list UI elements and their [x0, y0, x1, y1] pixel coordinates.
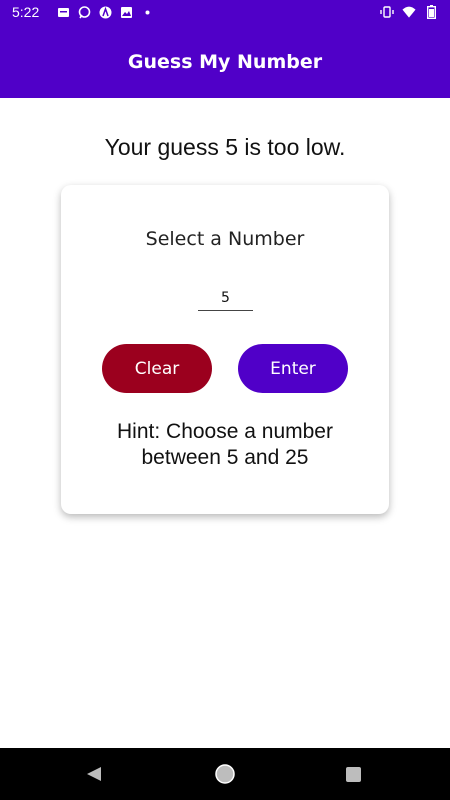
wifi-icon — [402, 5, 416, 19]
clear-button[interactable]: Clear — [102, 344, 212, 393]
status-bar: 5:22 — [0, 0, 450, 26]
app-bar: Guess My Number — [0, 26, 450, 98]
enter-button[interactable]: Enter — [238, 344, 348, 393]
app-icon — [98, 5, 112, 19]
hint-line-2: between 5 and 25 — [141, 446, 309, 469]
recents-icon[interactable] — [346, 767, 361, 782]
status-left-icons — [56, 5, 154, 19]
nav-bar — [0, 748, 450, 800]
number-input[interactable] — [198, 285, 253, 311]
message-icon — [77, 5, 91, 19]
card-title: Select a Number — [145, 228, 305, 250]
notification-icon — [56, 5, 70, 19]
status-time: 5:22 — [12, 4, 40, 20]
hint-text: Hint: Choose a number between 5 and 25 — [81, 419, 369, 471]
hint-line-1: Hint: Choose a number — [117, 420, 333, 443]
guess-result-text: Your guess 5 is too low. — [104, 134, 346, 160]
guess-card: Select a Number Clear Enter Hint: Choose… — [61, 185, 389, 514]
home-icon[interactable] — [214, 763, 236, 789]
app-title: Guess My Number — [127, 51, 323, 73]
dot-icon — [140, 5, 154, 19]
back-icon[interactable] — [85, 765, 103, 787]
status-right-icons — [380, 5, 438, 19]
vibrate-icon — [380, 5, 394, 19]
battery-icon — [424, 5, 438, 19]
image-icon — [119, 5, 133, 19]
